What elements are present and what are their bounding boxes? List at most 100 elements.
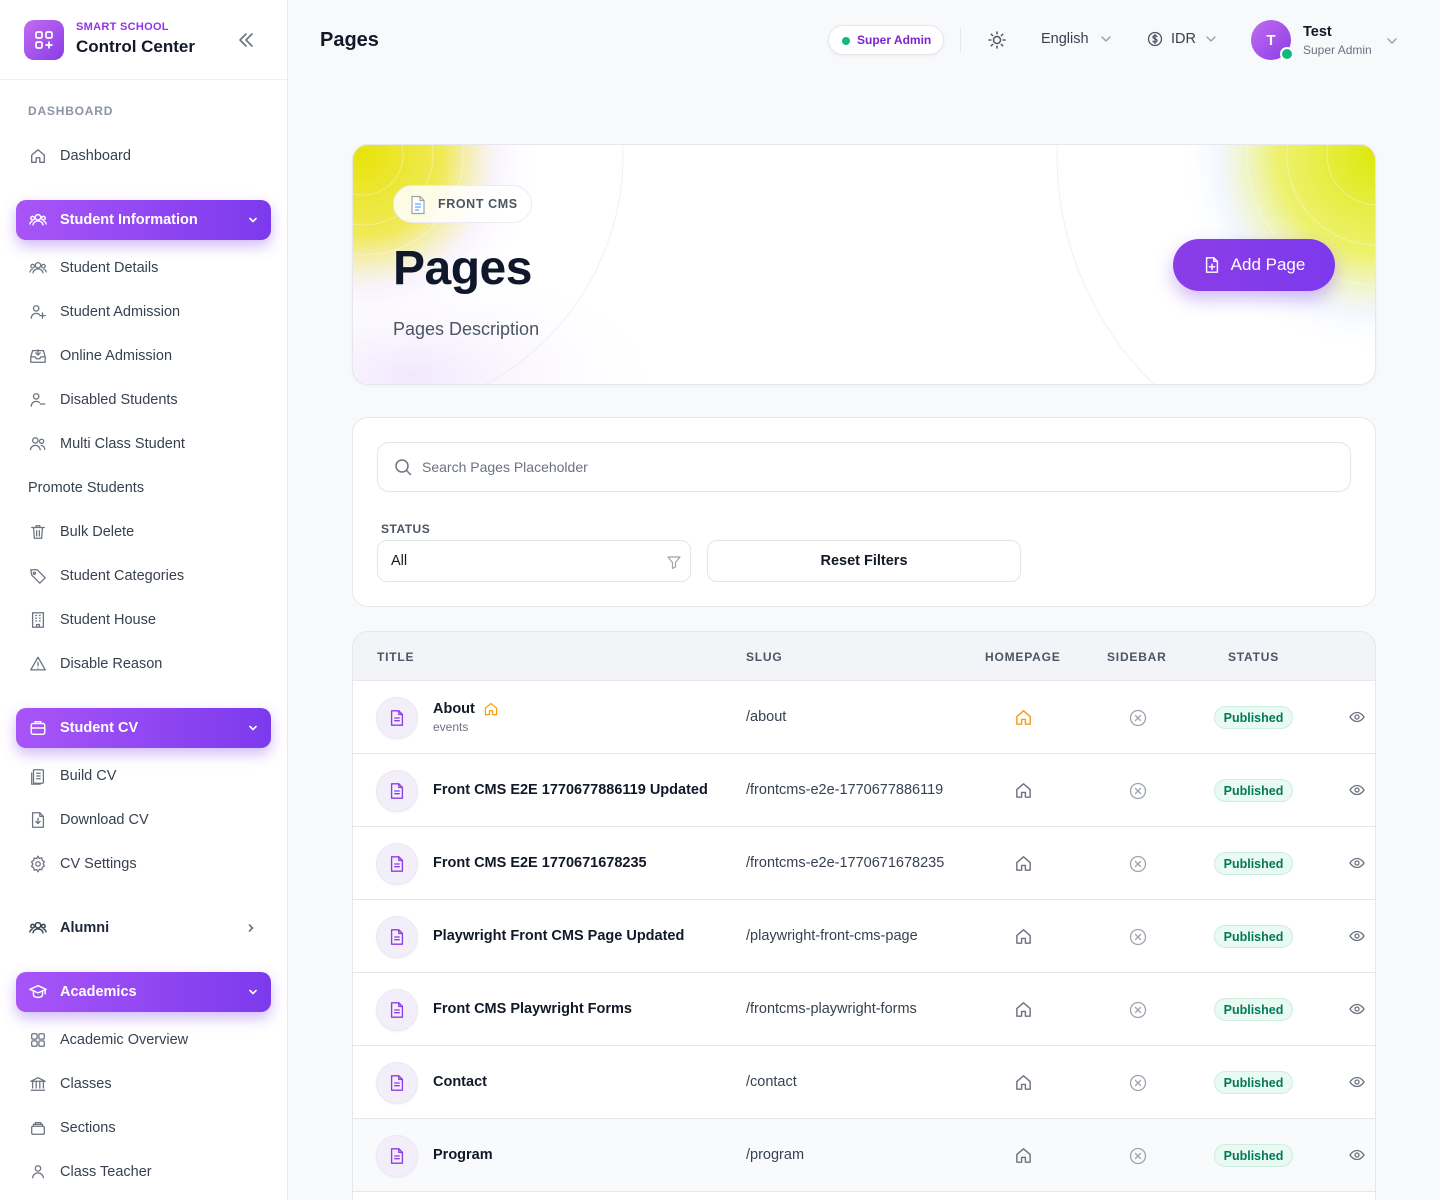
homepage-toggle-icon[interactable]: [1014, 854, 1033, 873]
homepage-toggle-icon[interactable]: [1014, 1073, 1033, 1092]
sidebar-disabled-icon[interactable]: [1129, 855, 1147, 873]
view-eye-icon[interactable]: [1349, 1074, 1365, 1090]
status-filter-label: STATUS: [381, 522, 431, 536]
page-title-cell[interactable]: Front CMS Playwright Forms: [433, 1001, 632, 1017]
sidebar-item-label: Bulk Delete: [60, 524, 135, 540]
page-icon: [376, 697, 418, 739]
page-title-cell[interactable]: Front CMS E2E 1770677886119 Updated: [433, 782, 708, 798]
collapse-sidebar-icon[interactable]: [236, 30, 258, 50]
view-eye-icon[interactable]: [1349, 855, 1365, 871]
sidebar-item-label: CV Settings: [60, 856, 137, 872]
sidebar-item-class-teacher[interactable]: Class Teacher: [16, 1152, 271, 1192]
sidebar-disabled-icon[interactable]: [1129, 928, 1147, 946]
page-title-cell[interactable]: About: [433, 701, 475, 717]
sidebar-group-student-information[interactable]: Student Information: [16, 200, 271, 240]
sidebar-item-student-house[interactable]: Student House: [16, 600, 271, 640]
sidebar-group-alumni[interactable]: Alumni: [16, 908, 271, 948]
sidebar-item-student-admission[interactable]: Student Admission: [16, 292, 271, 332]
sidebar-item-promote-students[interactable]: Promote Students: [16, 468, 271, 508]
sidebar-item-bulk-delete[interactable]: Bulk Delete: [16, 512, 271, 552]
sidebar-item-cv-settings[interactable]: CV Settings: [16, 844, 271, 884]
users-icon: [28, 210, 48, 230]
homepage-toggle-icon[interactable]: [1014, 1000, 1033, 1019]
homepage-toggle-icon[interactable]: [1014, 927, 1033, 946]
view-eye-icon[interactable]: [1349, 1001, 1365, 1017]
column-header-status: STATUS: [1228, 650, 1280, 664]
search-input[interactable]: [422, 443, 1322, 491]
status-badge: Published: [1214, 1071, 1293, 1094]
sidebar-item-label: Download CV: [60, 812, 149, 828]
hero-card: FRONT CMS Pages Pages Description Add Pa…: [352, 144, 1376, 385]
sidebar-disabled-icon[interactable]: [1129, 1074, 1147, 1092]
homepage-toggle-icon[interactable]: [1014, 781, 1033, 800]
page-title-cell[interactable]: Contact: [433, 1074, 487, 1090]
pages-table: TITLE SLUG HOMEPAGE SIDEBAR STATUS About…: [352, 631, 1376, 1200]
sun-icon[interactable]: [986, 29, 1008, 51]
page-icon: [376, 1062, 418, 1104]
sidebar-item-classes[interactable]: Classes: [16, 1064, 271, 1104]
sidebar-item-download-cv[interactable]: Download CV: [16, 800, 271, 840]
sidebar-disabled-icon[interactable]: [1129, 1147, 1147, 1165]
page-icon: [376, 843, 418, 885]
chevron-down-icon: [247, 986, 259, 998]
add-page-button[interactable]: Add Page: [1173, 239, 1335, 291]
sidebar-item-dashboard[interactable]: Dashboard: [16, 136, 271, 176]
sidebar-item-label: Disabled Students: [60, 392, 178, 408]
table-row[interactable]: Contact/contact Published: [353, 1046, 1375, 1119]
view-eye-icon[interactable]: [1349, 1147, 1365, 1163]
sidebar-disabled-icon[interactable]: [1129, 1001, 1147, 1019]
language-selector[interactable]: English: [1041, 31, 1113, 47]
sidebar-item-disabled-students[interactable]: Disabled Students: [16, 380, 271, 420]
chevron-down-icon[interactable]: [1385, 34, 1399, 48]
chevron-down-icon: [1204, 32, 1218, 46]
sidebar-item-label: Promote Students: [28, 480, 145, 496]
sidebar-item-disable-reason[interactable]: Disable Reason: [16, 644, 271, 684]
view-eye-icon[interactable]: [1349, 928, 1365, 944]
page-slug-cell: /playwright-front-cms-page: [746, 928, 918, 944]
sidebar-disabled-icon[interactable]: [1129, 782, 1147, 800]
table-header: TITLE SLUG HOMEPAGE SIDEBAR STATUS: [353, 632, 1375, 681]
sidebar-group-student-cv[interactable]: Student CV: [16, 708, 271, 748]
table-row[interactable]: Front CMS E2E 1770671678235/frontcms-e2e…: [353, 827, 1375, 900]
table-row[interactable]: Front CMS E2E 1770677886119 Updated/fron…: [353, 754, 1375, 827]
sidebar-group-label: Student Information: [60, 212, 198, 228]
sidebar-group-academics[interactable]: Academics: [16, 972, 271, 1012]
page-slug-cell: /frontcms-e2e-1770677886119: [746, 782, 944, 798]
search-box: [377, 442, 1351, 492]
user-plus-icon: [28, 302, 48, 322]
language-label: English: [1041, 31, 1089, 47]
hero-title: Pages: [393, 242, 532, 295]
status-dot: [842, 37, 850, 45]
search-icon: [394, 458, 412, 476]
sidebar-item-multi-class-student[interactable]: Multi Class Student: [16, 424, 271, 464]
view-eye-icon[interactable]: [1349, 709, 1365, 725]
sidebar-item-student-categories[interactable]: Student Categories: [16, 556, 271, 596]
avatar[interactable]: T: [1251, 20, 1294, 61]
page-slug-cell: /about: [746, 709, 787, 725]
sidebar-item-label: Student House: [60, 612, 156, 628]
table-row[interactable]: About events/about Published: [353, 681, 1375, 754]
table-row[interactable]: Front CMS Playwright Forms/frontcms-play…: [353, 973, 1375, 1046]
table-row[interactable]: Program/program Published: [353, 1119, 1375, 1192]
currency-selector[interactable]: IDR: [1147, 31, 1218, 47]
table-row[interactable]: Playwright Front CMS Page Updated/playwr…: [353, 900, 1375, 973]
page-title-cell[interactable]: Program: [433, 1147, 493, 1163]
sidebar-item-online-admission[interactable]: Online Admission: [16, 336, 271, 376]
status-select[interactable]: All: [377, 540, 691, 582]
view-eye-icon[interactable]: [1349, 782, 1365, 798]
section-badge-label: FRONT CMS: [438, 197, 518, 211]
nav-section-dashboard: DASHBOARD: [28, 104, 114, 118]
inbox-download-icon: [28, 346, 48, 366]
homepage-toggle-icon[interactable]: [1014, 1146, 1033, 1165]
sidebar-disabled-icon[interactable]: [1129, 709, 1147, 727]
users-icon: [28, 258, 48, 278]
page-title-cell[interactable]: Playwright Front CMS Page Updated: [433, 928, 684, 944]
sidebar-item-build-cv[interactable]: Build CV: [16, 756, 271, 796]
reset-filters-button[interactable]: Reset Filters: [707, 540, 1021, 582]
page-title-cell[interactable]: Front CMS E2E 1770671678235: [433, 855, 647, 871]
chevron-down-icon: [247, 214, 259, 226]
sidebar-item-academic-overview[interactable]: Academic Overview: [16, 1020, 271, 1060]
homepage-toggle-icon[interactable]: [1014, 708, 1033, 727]
sidebar-item-sections[interactable]: Sections: [16, 1108, 271, 1148]
sidebar-item-student-details[interactable]: Student Details: [16, 248, 271, 288]
